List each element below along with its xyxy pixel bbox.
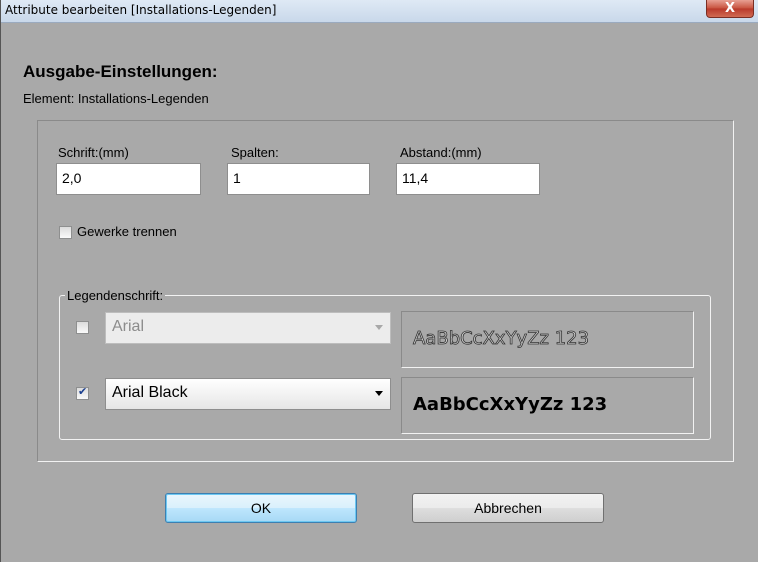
chevron-down-icon [375, 325, 383, 330]
font-row-2-preview-text: AaBbCcXxYyZz 123 [413, 394, 608, 415]
spalten-label: Spalten: [231, 145, 279, 160]
page-title: Ausgabe-Einstellungen: [23, 62, 218, 81]
font-row-1-checkbox[interactable] [76, 321, 89, 334]
schrift-input[interactable]: 2,0 [56, 163, 201, 195]
font-row-1-preview-text: AaBbCcXxYyZz 123 [413, 328, 590, 350]
font-row-2-value: Arial Black [112, 384, 188, 401]
close-button[interactable]: X [706, 0, 754, 18]
schrift-label: Schrift:(mm) [58, 145, 129, 160]
font-row-1-value: Arial [112, 318, 145, 335]
legendenschrift-group-title: Legendenschrift: [65, 288, 166, 303]
gewerke-trennen-label: Gewerke trennen [77, 224, 177, 239]
font-row-2-select[interactable]: Arial Black [105, 378, 391, 410]
font-row-2-preview: AaBbCcXxYyZz 123 [401, 377, 694, 434]
abstand-input[interactable]: 11,4 [396, 163, 540, 195]
spalten-input[interactable]: 1 [227, 163, 370, 195]
element-label: Element: Installations-Legenden [23, 91, 209, 106]
font-row-1-preview: AaBbCcXxYyZz 123 [401, 311, 694, 368]
ok-button[interactable]: OK [165, 493, 357, 523]
abstand-label: Abstand:(mm) [400, 145, 482, 160]
title-bar[interactable]: Attribute bearbeiten [Installations-Lege… [1, 0, 758, 23]
font-row-2-checkbox[interactable] [76, 385, 89, 400]
chevron-down-icon [375, 391, 383, 396]
close-icon: X [724, 1, 736, 16]
font-row-1-select[interactable]: Arial [105, 312, 391, 344]
window-title: Attribute bearbeiten [Installations-Lege… [5, 3, 277, 17]
dialog-window: Attribute bearbeiten [Installations-Lege… [0, 0, 758, 562]
cancel-button[interactable]: Abbrechen [412, 493, 604, 523]
gewerke-trennen-checkbox[interactable] [59, 226, 72, 239]
